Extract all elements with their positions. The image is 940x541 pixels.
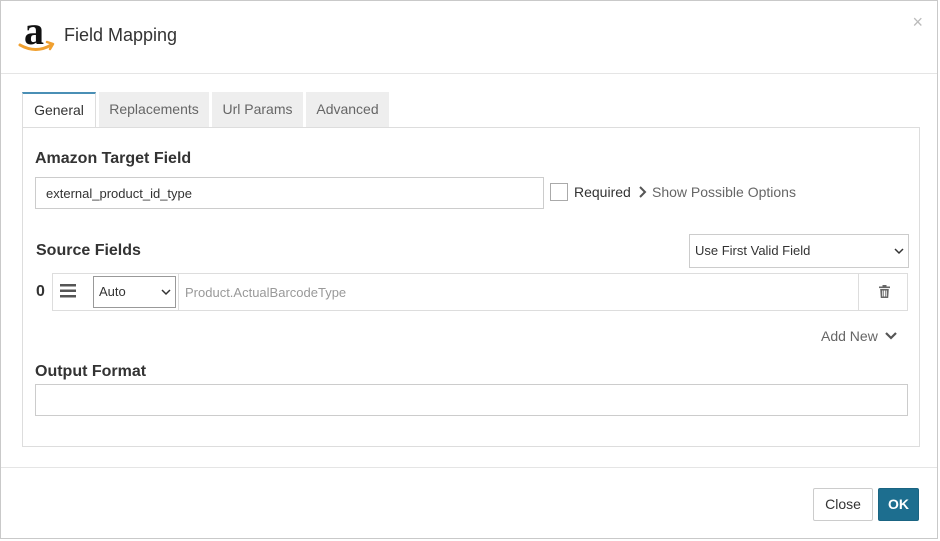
source-field-row: Auto [52, 273, 908, 311]
chevron-right-icon [639, 186, 647, 198]
close-icon[interactable]: × [912, 13, 923, 31]
tab-general[interactable]: General [22, 92, 96, 128]
output-format-input[interactable] [35, 384, 908, 416]
target-field-input[interactable] [35, 177, 544, 209]
chevron-down-icon [161, 289, 171, 296]
source-strategy-value: Use First Valid Field [695, 243, 811, 258]
close-button[interactable]: Close [813, 488, 873, 521]
dialog-title: Field Mapping [64, 25, 178, 45]
drag-handle-icon[interactable] [60, 284, 76, 303]
ok-button[interactable]: OK [878, 488, 919, 521]
show-possible-options-link[interactable]: Show Possible Options [638, 184, 796, 200]
show-options-label: Show Possible Options [652, 184, 796, 200]
general-panel: Amazon Target Field Required Show Possib… [22, 127, 920, 447]
chevron-down-icon [884, 332, 897, 340]
add-new-label: Add New [821, 328, 878, 344]
source-strategy-select[interactable]: Use First Valid Field [689, 234, 909, 268]
tab-url-params[interactable]: Url Params [212, 92, 303, 127]
source-row-index: 0 [36, 283, 45, 300]
row-divider [858, 274, 859, 310]
amazon-logo: a [18, 11, 58, 57]
logo-smile-icon [18, 40, 55, 51]
source-mode-select[interactable]: Auto [93, 276, 176, 308]
field-mapping-dialog: a Field Mapping × General Replacements U… [0, 0, 938, 539]
trash-icon[interactable] [879, 285, 890, 303]
source-mode-value: Auto [99, 284, 126, 299]
target-field-label: Amazon Target Field [35, 150, 192, 167]
tab-replacements[interactable]: Replacements [99, 92, 209, 127]
required-checkbox[interactable] [550, 183, 568, 201]
source-fields-label: Source Fields [36, 242, 141, 259]
tab-advanced[interactable]: Advanced [306, 92, 389, 127]
output-format-label: Output Format [35, 363, 147, 380]
chevron-down-icon [894, 248, 904, 255]
dialog-footer: Close OK [1, 467, 937, 541]
add-new-link[interactable]: Add New [821, 328, 897, 344]
required-label: Required [574, 184, 631, 200]
dialog-header: a Field Mapping × [1, 1, 937, 74]
source-field-input[interactable] [178, 274, 859, 310]
